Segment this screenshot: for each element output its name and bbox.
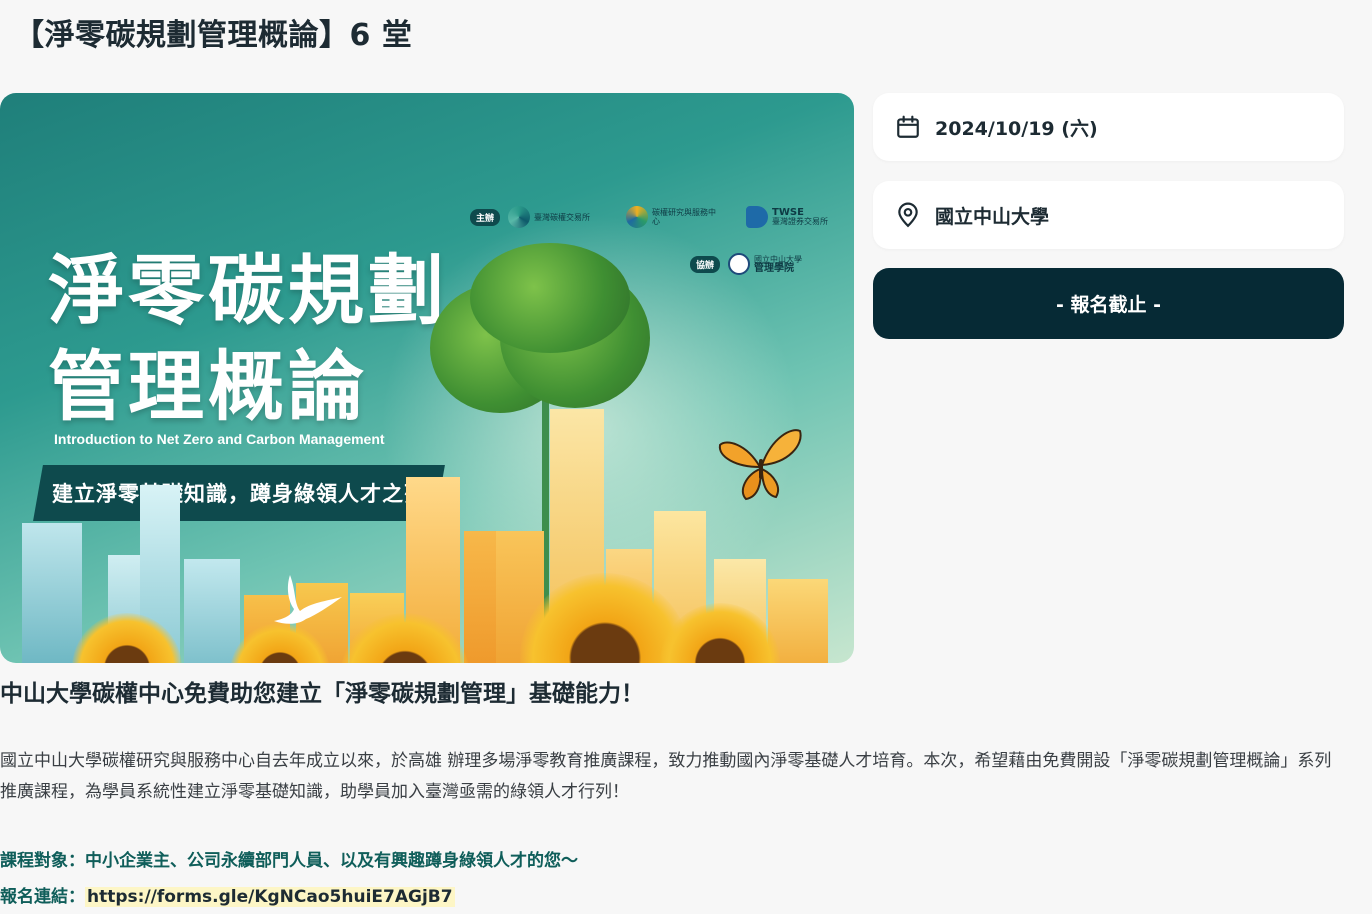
event-date-card: 2024/10/19 (六) xyxy=(873,93,1344,161)
co-organizers: 協辦 國立中山大學 管理學院 xyxy=(690,253,802,275)
glass-building xyxy=(184,559,240,663)
glass-building xyxy=(22,523,82,663)
event-banner-image: 主辦 臺灣碳權交易所 碳權研究與服務中心 TWSE 臺灣證券交易所 協辦 國立中… xyxy=(0,93,854,663)
tree-canopy xyxy=(470,243,630,353)
map-pin-icon xyxy=(898,202,918,228)
event-location-card: 國立中山大學 xyxy=(873,181,1344,249)
registration-link[interactable]: https://forms.gle/KgNCao5huiE7AGjB7 xyxy=(85,887,455,907)
banner-subtitle-en: Introduction to Net Zero and Carbon Mana… xyxy=(54,431,385,447)
content-intro: 國立中山大學碳權研究與服務中心自去年成立以來，於高雄 辦理多場淨零教育推廣課程，… xyxy=(0,751,1332,802)
org-logo-carbon-exchange: 臺灣碳權交易所 xyxy=(508,206,600,228)
event-date: 2024/10/19 (六) xyxy=(935,117,1098,140)
banner-title-line2: 管理概論 xyxy=(48,342,368,431)
org-logo-carbon-center: 碳權研究與服務中心 xyxy=(626,206,718,228)
nsysu-logo-icon xyxy=(728,253,751,275)
carbon-exchange-logo-icon xyxy=(508,206,531,228)
banner-slogan: 建立淨零基礎知識，蹲身綠領人才之列 xyxy=(33,465,445,521)
carbon-center-logo-icon xyxy=(626,206,649,228)
org-logo-nsysu: 國立中山大學 管理學院 xyxy=(728,253,802,275)
page-title: 【淨零碳規劃管理概論】6 堂 xyxy=(14,18,413,53)
registration-line: 報名連結： https://forms.gle/KgNCao5huiE7AGjB7 xyxy=(0,882,455,907)
bird-icon xyxy=(274,575,342,624)
butterfly-icon xyxy=(718,429,802,501)
calendar-icon xyxy=(897,115,919,138)
banner-title: 淨零碳規劃 管理概論 xyxy=(48,243,448,435)
host-badge: 主辦 xyxy=(470,208,501,226)
twse-logo-icon xyxy=(746,206,769,228)
banner-title-line1: 淨零碳規劃 xyxy=(48,246,448,335)
registration-closed-button[interactable]: - 報名截止 - xyxy=(873,268,1344,339)
registration-label: 報名連結： xyxy=(0,887,85,907)
org-logo-twse: TWSE 臺灣證券交易所 xyxy=(746,206,828,228)
content-headline: 中山大學碳權中心免費助您建立「淨零碳規劃管理」基礎能力！ xyxy=(0,681,644,707)
bar-column xyxy=(464,531,500,663)
host-organizers: 主辦 臺灣碳權交易所 碳權研究與服務中心 TWSE 臺灣證券交易所 xyxy=(470,206,828,228)
event-location: 國立中山大學 xyxy=(935,205,1050,228)
co-badge: 協辦 xyxy=(690,255,721,273)
course-target: 課程對象：中小企業主、公司永續部門人員、以及有興趣蹲身綠領人才的您～ xyxy=(0,851,578,871)
